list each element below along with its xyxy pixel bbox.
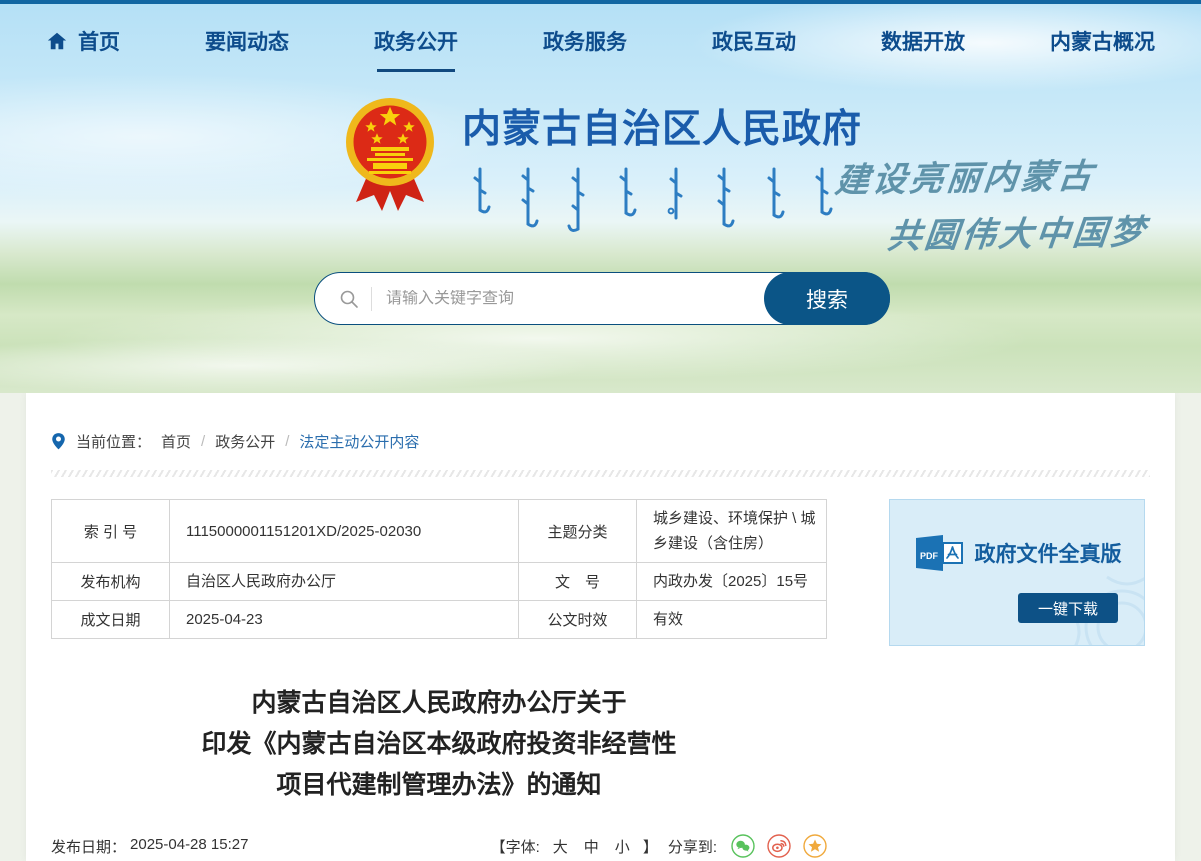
nav-label: 数据开放	[881, 26, 965, 56]
slogan-line2: 共圆伟大中国梦	[885, 204, 1173, 258]
publish-date-value: 2025-04-28 15:27	[130, 836, 248, 857]
search-icon	[339, 289, 359, 309]
wechat-share-icon[interactable]	[731, 834, 755, 858]
meta-label-docno: 文 号	[519, 563, 637, 601]
national-emblem	[344, 90, 436, 221]
nav-item-gov-disclosure[interactable]: 政务公开	[374, 26, 458, 56]
font-size-medium[interactable]: 中	[581, 836, 602, 857]
document-title-line: 项目代建制管理办法》的通知	[51, 765, 827, 806]
nav-label: 政民互动	[712, 26, 796, 56]
breadcrumb-current[interactable]: 法定主动公开内容	[299, 431, 419, 452]
hatched-divider	[51, 470, 1150, 477]
breadcrumb-gov-disclosure[interactable]: 政务公开	[215, 431, 275, 452]
home-icon	[46, 30, 68, 52]
slogan-line1: 建设亮丽内蒙古	[833, 147, 1179, 202]
font-size-small[interactable]: 小	[612, 836, 633, 857]
meta-label-index: 索 引 号	[52, 500, 170, 563]
main-grid: 索 引 号 1115000001151201XD/2025-02030 主题分类…	[51, 499, 1150, 861]
search-button[interactable]: 搜索	[764, 272, 890, 325]
search-area: 搜索	[314, 272, 890, 325]
site-banner: 首页 要闻动态 政务公开 政务服务 政民互动 数据开放 内蒙古概况	[0, 4, 1201, 393]
document-title-line: 印发《内蒙古自治区本级政府投资非经营性	[51, 724, 827, 765]
font-size-prefix: 【字体:	[491, 836, 540, 857]
meta-label-topic: 主题分类	[519, 500, 637, 563]
weibo-share-icon[interactable]	[767, 834, 791, 858]
search-divider	[371, 287, 372, 311]
nav-label: 政务公开	[374, 26, 458, 56]
mongolian-script	[466, 166, 872, 239]
nav-label: 政务服务	[543, 26, 627, 56]
full-version-download-box: PDF 政府文件全真版 一键下载	[889, 499, 1145, 646]
search-box: 搜索	[314, 272, 890, 325]
nav-item-interaction[interactable]: 政民互动	[712, 26, 796, 56]
main-navigation: 首页 要闻动态 政务公开 政务服务 政民互动 数据开放 内蒙古概况	[0, 4, 1201, 78]
breadcrumb-separator: /	[285, 433, 289, 450]
meta-value-topic: 城乡建设、环境保护 \ 城乡建设（含住房）	[637, 500, 827, 563]
meta-label-agency: 发布机构	[52, 563, 170, 601]
nav-item-gov-services[interactable]: 政务服务	[543, 26, 627, 56]
share-label: 分享到:	[668, 836, 717, 857]
breadcrumb: 当前位置： 首页 / 政务公开 / 法定主动公开内容	[51, 431, 1150, 452]
meta-value-agency: 自治区人民政府办公厅	[170, 563, 519, 601]
meta-label-validity: 公文时效	[519, 601, 637, 639]
nav-item-overview[interactable]: 内蒙古概况	[1050, 26, 1155, 56]
site-title: 内蒙古自治区人民政府	[462, 98, 872, 154]
location-pin-icon	[51, 432, 66, 451]
font-size-large[interactable]: 大	[550, 836, 571, 857]
content-background: 当前位置： 首页 / 政务公开 / 法定主动公开内容 索 引 号 1115000…	[0, 393, 1201, 861]
breadcrumb-home[interactable]: 首页	[161, 431, 191, 452]
nav-item-home[interactable]: 首页	[46, 26, 120, 56]
site-identity: 内蒙古自治区人民政府	[462, 98, 872, 239]
nav-label: 要闻动态	[205, 26, 289, 56]
one-click-download-button[interactable]: 一键下载	[1018, 593, 1118, 623]
content-card: 当前位置： 首页 / 政务公开 / 法定主动公开内容 索 引 号 1115000…	[26, 393, 1175, 861]
meta-value-index: 1115000001151201XD/2025-02030	[170, 500, 519, 563]
document-meta-table: 索 引 号 1115000001151201XD/2025-02030 主题分类…	[51, 499, 827, 639]
publish-meta-row: 发布日期： 2025-04-28 15:27 【字体: 大 中 小 】 分享到:	[51, 834, 827, 861]
document-column: 索 引 号 1115000001151201XD/2025-02030 主题分类…	[51, 499, 827, 861]
meta-label-date: 成文日期	[52, 601, 170, 639]
document-title: 内蒙古自治区人民政府办公厅关于 印发《内蒙古自治区本级政府投资非经营性 项目代建…	[51, 683, 827, 806]
search-input[interactable]	[386, 290, 749, 308]
slogan: 建设亮丽内蒙古 共圆伟大中国梦	[827, 147, 1179, 259]
meta-value-validity: 有效	[637, 601, 827, 639]
page-tools: 【字体: 大 中 小 】 分享到:	[491, 834, 827, 858]
meta-value-docno: 内政办发〔2025〕15号	[637, 563, 827, 601]
table-row: 发布机构 自治区人民政府办公厅 文 号 内政办发〔2025〕15号	[52, 563, 827, 601]
nav-label: 首页	[78, 26, 120, 56]
sidebar-column: PDF 政府文件全真版 一键下载	[889, 499, 1147, 861]
document-title-line: 内蒙古自治区人民政府办公厅关于	[51, 683, 827, 724]
meta-value-date: 2025-04-23	[170, 601, 519, 639]
qzone-star-share-icon[interactable]	[803, 834, 827, 858]
share-icons	[731, 834, 827, 858]
nav-item-open-data[interactable]: 数据开放	[881, 26, 965, 56]
pdf-label: PDF	[920, 551, 939, 561]
nav-label: 内蒙古概况	[1050, 26, 1155, 56]
pdf-file-icon: PDF	[913, 534, 965, 572]
breadcrumb-separator: /	[201, 433, 205, 450]
breadcrumb-label: 当前位置：	[76, 431, 151, 452]
nav-item-news[interactable]: 要闻动态	[205, 26, 289, 56]
publish-date: 发布日期： 2025-04-28 15:27	[51, 836, 248, 857]
font-size-suffix: 】	[643, 836, 658, 857]
table-row: 成文日期 2025-04-23 公文时效 有效	[52, 601, 827, 639]
publish-date-label: 发布日期：	[51, 836, 126, 857]
table-row: 索 引 号 1115000001151201XD/2025-02030 主题分类…	[52, 500, 827, 563]
